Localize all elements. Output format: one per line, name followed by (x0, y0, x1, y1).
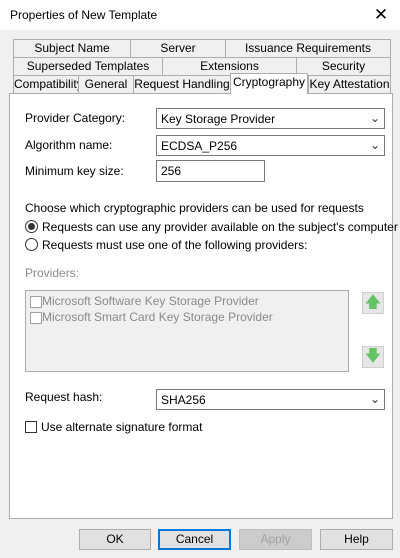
apply-button[interactable]: Apply (239, 529, 312, 550)
request-hash-select[interactable]: SHA256 ⌄ (156, 389, 385, 410)
radio-any-provider[interactable] (25, 220, 38, 233)
chevron-down-icon: ⌄ (369, 392, 380, 406)
providers-list: Microsoft Software Key Storage Provider … (25, 290, 349, 372)
alternate-signature-label[interactable]: Use alternate signature format (41, 420, 202, 434)
provider-checkbox (30, 312, 42, 324)
provider-item-label: Microsoft Software Key Storage Provider (42, 294, 259, 308)
panel-content: Provider Category: Key Storage Provider … (0, 0, 400, 558)
radio-must-use-provider-label[interactable]: Requests must use one of the following p… (42, 238, 307, 252)
algorithm-name-select[interactable]: ECDSA_P256 ⌄ (156, 135, 385, 156)
provider-category-select[interactable]: Key Storage Provider ⌄ (156, 108, 385, 129)
providers-label: Providers: (25, 266, 80, 280)
request-hash-label: Request hash: (25, 390, 103, 404)
properties-dialog: Properties of New Template ✕ Subject Nam… (0, 0, 400, 558)
help-button[interactable]: Help (320, 529, 393, 550)
provider-category-label: Provider Category: (25, 111, 126, 125)
algorithm-name-value: ECDSA_P256 (161, 139, 238, 153)
move-down-icon: 🡇 (362, 346, 384, 368)
ok-button[interactable]: OK (79, 529, 151, 550)
provider-item-label: Microsoft Smart Card Key Storage Provide… (42, 310, 273, 324)
radio-must-use-provider[interactable] (25, 238, 38, 251)
alternate-signature-checkbox[interactable] (25, 421, 37, 433)
cancel-button[interactable]: Cancel (158, 529, 231, 550)
chevron-down-icon: ⌄ (369, 138, 380, 152)
algorithm-name-label: Algorithm name: (25, 138, 113, 152)
chevron-down-icon: ⌄ (369, 111, 380, 125)
minimum-key-size-input[interactable]: 256 (156, 160, 265, 182)
request-hash-value: SHA256 (161, 393, 206, 407)
provider-checkbox (30, 296, 42, 308)
move-up-icon: 🡅 (362, 292, 384, 314)
choose-providers-text: Choose which cryptographic providers can… (25, 201, 364, 215)
radio-any-provider-label[interactable]: Requests can use any provider available … (42, 220, 398, 234)
minimum-key-size-label: Minimum key size: (25, 164, 124, 178)
provider-category-value: Key Storage Provider (161, 112, 276, 126)
